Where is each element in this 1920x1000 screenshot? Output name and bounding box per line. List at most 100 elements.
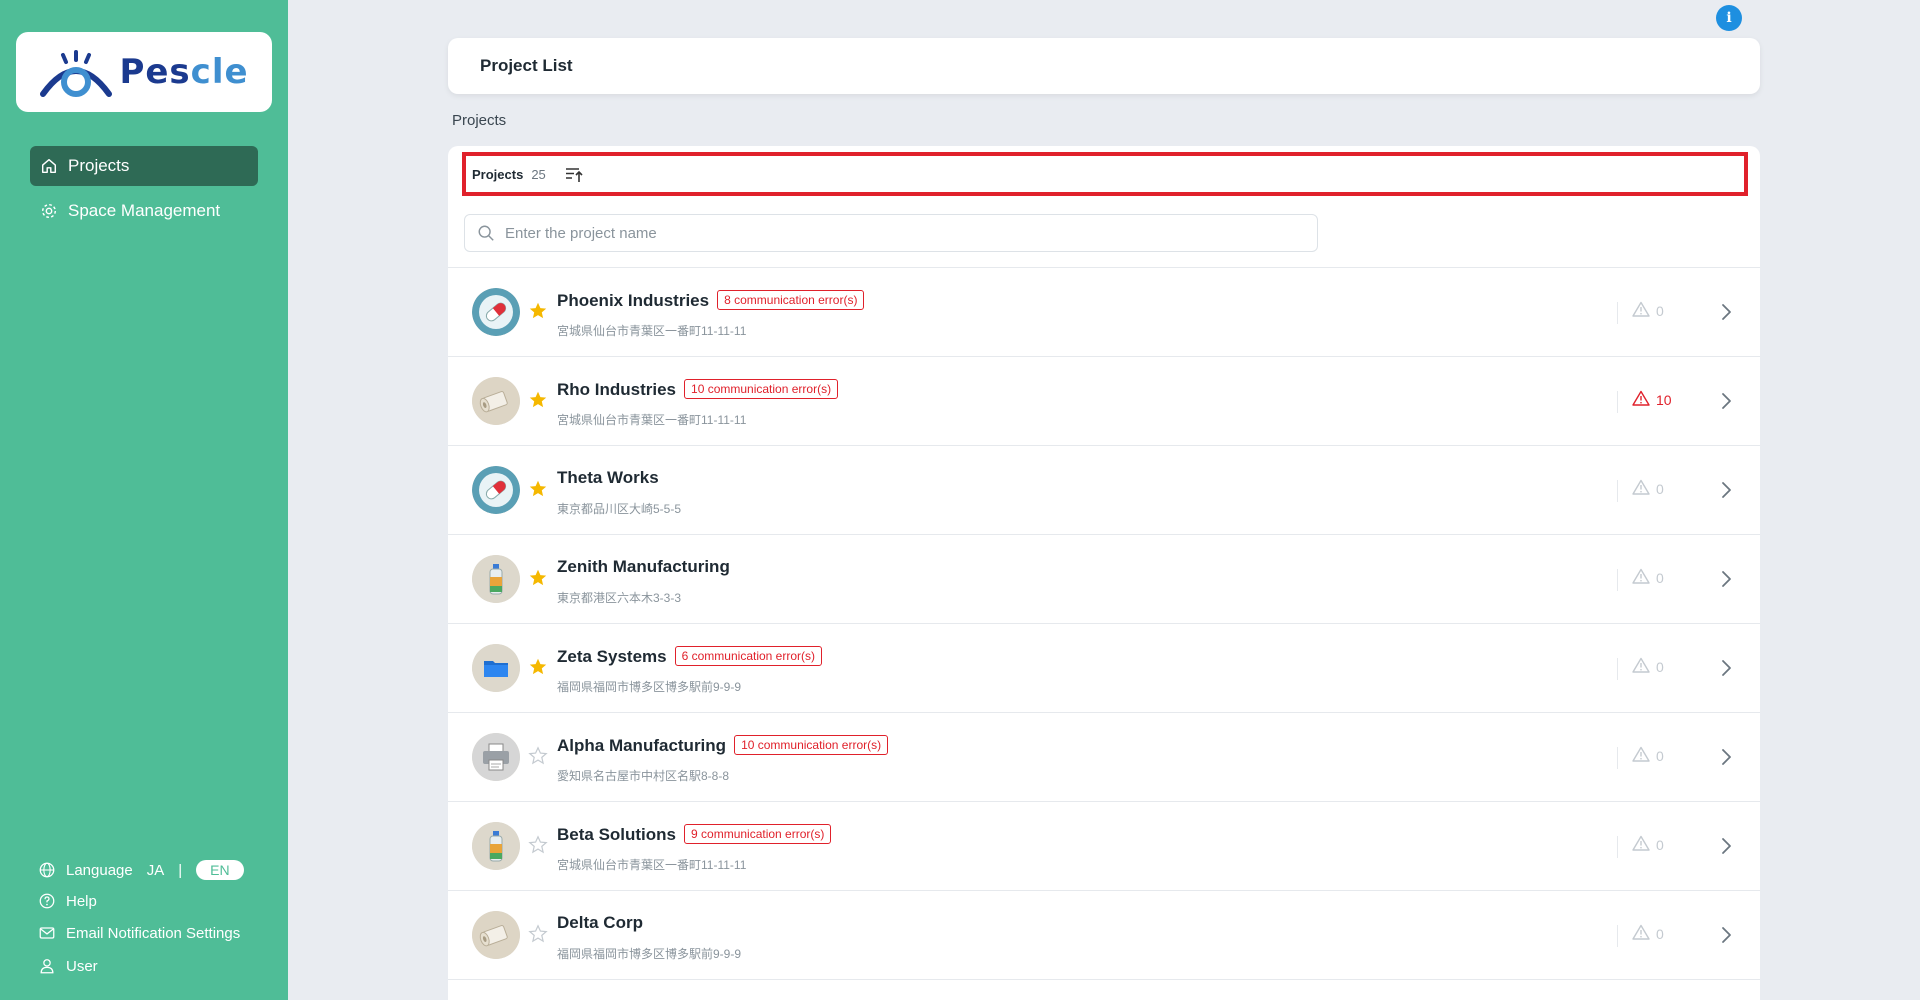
project-name-text: Beta Solutions [557, 825, 677, 844]
alert-count-value: 10 [1656, 391, 1672, 408]
capsule-avatar-icon [472, 288, 520, 336]
roll-avatar-icon [472, 911, 520, 959]
communication-error-badge: 6 communication error(s) [674, 646, 822, 666]
sidebar-item-label: Projects [68, 156, 130, 175]
alert-count: 0 [1632, 479, 1664, 498]
alert-count-value: 0 [1656, 925, 1664, 942]
project-row[interactable]: Phoenix Industries 8 communication error(… [448, 268, 1760, 357]
chevron-right-icon[interactable] [1716, 390, 1736, 412]
project-name: Delta Corp [557, 913, 643, 933]
search-input[interactable] [505, 224, 1285, 242]
warning-icon [1632, 479, 1650, 498]
row-divider [1617, 747, 1618, 769]
project-list-card: Projects 25 Phoenix Industries 8 communic… [448, 146, 1760, 1000]
project-name: Zenith Manufacturing [557, 557, 730, 577]
bottle-avatar-icon [472, 555, 520, 603]
email-notification-settings-link[interactable]: Email Notification Settings [38, 924, 240, 942]
project-name: Alpha Manufacturing 10 communication erro… [557, 735, 889, 756]
row-divider [1617, 480, 1618, 502]
star-filled-icon[interactable] [528, 301, 548, 321]
chevron-right-icon[interactable] [1716, 657, 1736, 679]
chevron-right-icon[interactable] [1716, 746, 1736, 768]
project-name-text: Alpha Manufacturing [557, 736, 727, 755]
project-address: 東京都品川区大崎5-5-5 [557, 502, 682, 516]
chevron-right-icon[interactable] [1716, 835, 1736, 857]
project-row[interactable]: Rho Industries 10 communication error(s) 宮… [448, 357, 1760, 446]
alert-count-value: 0 [1656, 836, 1664, 853]
alert-count: 0 [1632, 835, 1664, 854]
communication-error-badge: 9 communication error(s) [684, 824, 832, 844]
project-address: 東京都港区六本木3-3-3 [557, 591, 682, 605]
sidebar: Pescle Projects Space Management Languag… [0, 0, 288, 1000]
star-filled-icon[interactable] [528, 479, 548, 499]
mail-icon [39, 927, 55, 939]
star-filled-icon[interactable] [528, 657, 548, 677]
chevron-right-icon[interactable] [1716, 568, 1736, 590]
project-name-text: Zeta Systems [557, 647, 667, 666]
project-row[interactable]: Delta Corp 福岡県福岡市博多区博多駅前9-9-9 0 [448, 891, 1760, 980]
user-link[interactable]: User [38, 957, 98, 975]
project-row[interactable]: Zenith Manufacturing 東京都港区六本木3-3-3 0 [448, 535, 1760, 624]
project-rows: Phoenix Industries 8 communication error(… [448, 268, 1760, 980]
project-row[interactable]: Beta Solutions 9 communication error(s) 宮城… [448, 802, 1760, 891]
project-name-text: Theta Works [557, 468, 659, 487]
alert-count: 0 [1632, 657, 1664, 676]
project-row[interactable]: Alpha Manufacturing 10 communication erro… [448, 713, 1760, 802]
star-filled-icon[interactable] [528, 568, 548, 588]
project-address: 宮城県仙台市青葉区一番町11-11-11 [557, 324, 747, 338]
alert-count: 0 [1632, 746, 1664, 765]
lang-en-button[interactable]: EN [196, 860, 244, 880]
project-name: Beta Solutions 9 communication error(s) [557, 824, 832, 845]
project-address: 福岡県福岡市博多区博多駅前9-9-9 [557, 947, 742, 961]
warning-icon [1632, 390, 1650, 409]
alert-count-value: 0 [1656, 569, 1664, 586]
warning-icon [1632, 301, 1650, 320]
help-link[interactable]: Help [38, 892, 97, 910]
star-outline-icon[interactable] [528, 746, 548, 766]
language-switcher: Language JA | EN [38, 860, 244, 880]
star-outline-icon[interactable] [528, 835, 548, 855]
row-divider [1617, 836, 1618, 858]
sort-button[interactable] [564, 164, 584, 184]
star-outline-icon[interactable] [528, 924, 548, 944]
project-row[interactable]: Zeta Systems 6 communication error(s) 福岡県福… [448, 624, 1760, 713]
chevron-right-icon[interactable] [1716, 479, 1736, 501]
language-label: Language [66, 861, 133, 879]
user-icon [40, 959, 54, 974]
alert-count: 0 [1632, 924, 1664, 943]
roll-avatar-icon [472, 377, 520, 425]
chevron-right-icon[interactable] [1716, 924, 1736, 946]
project-name-text: Zenith Manufacturing [557, 557, 730, 576]
warning-icon [1632, 746, 1650, 765]
sidebar-item-space-management[interactable]: Space Management [30, 191, 258, 231]
user-label: User [66, 957, 98, 975]
warning-icon [1632, 835, 1650, 854]
home-icon [41, 158, 57, 174]
communication-error-badge: 8 communication error(s) [717, 290, 865, 310]
breadcrumb: Projects [452, 112, 507, 129]
info-button[interactable]: i [1716, 5, 1742, 31]
sidebar-item-projects[interactable]: Projects [30, 146, 258, 186]
project-name-text: Rho Industries [557, 380, 677, 399]
chevron-right-icon[interactable] [1716, 301, 1736, 323]
row-divider [1617, 302, 1618, 324]
project-row[interactable]: Theta Works 東京都品川区大崎5-5-5 0 [448, 446, 1760, 535]
alert-count: 10 [1632, 390, 1672, 409]
warning-icon [1632, 657, 1650, 676]
page-title: Project List [480, 56, 573, 75]
capsule-avatar-icon [472, 466, 520, 514]
row-divider [1617, 658, 1618, 680]
app-logo[interactable]: Pescle [16, 32, 272, 112]
project-list-title: Projects [472, 166, 524, 182]
project-search [464, 214, 1318, 252]
alert-count: 0 [1632, 568, 1664, 587]
project-name: Zeta Systems 6 communication error(s) [557, 646, 822, 667]
project-list-header: Projects 25 [462, 152, 1748, 196]
project-name-text: Phoenix Industries [557, 291, 710, 310]
project-address: 宮城県仙台市青葉区一番町11-11-11 [557, 858, 747, 872]
project-name: Phoenix Industries 8 communication error(… [557, 290, 865, 311]
help-label: Help [66, 892, 97, 910]
help-icon [39, 893, 55, 909]
star-filled-icon[interactable] [528, 390, 548, 410]
lang-ja-button[interactable]: JA [147, 862, 165, 879]
